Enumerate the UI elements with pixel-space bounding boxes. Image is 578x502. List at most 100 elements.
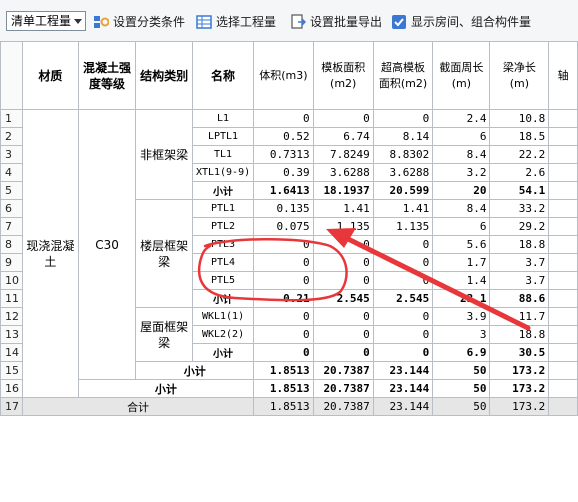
value-cell[interactable]: 30.5 xyxy=(489,343,550,362)
grade-subtotal-row[interactable]: 16 小计 1.8513 20.7387 23.144 50 173.2 xyxy=(0,379,578,398)
value-cell[interactable]: 23.144 xyxy=(372,397,434,416)
value-cell[interactable]: 1.7 xyxy=(432,253,491,272)
value-cell[interactable]: 29.2 xyxy=(489,217,550,236)
value-cell[interactable]: 0 xyxy=(372,109,434,128)
value-cell[interactable]: 18.5 xyxy=(489,127,550,146)
header-structure-type[interactable]: 结构类别 xyxy=(135,41,193,110)
value-cell[interactable]: 0.075 xyxy=(253,217,314,236)
value-cell[interactable]: 7.8249 xyxy=(312,145,374,164)
value-cell[interactable]: 0 xyxy=(372,307,434,326)
value-cell[interactable]: 18.8 xyxy=(489,325,550,344)
value-cell[interactable]: 0 xyxy=(372,343,434,362)
value-cell[interactable]: 6 xyxy=(432,217,491,236)
name-cell[interactable]: WKL2(2) xyxy=(191,325,255,344)
name-cell[interactable]: PTL1 xyxy=(191,199,255,218)
header-over-height-area[interactable]: 超高模板面积(m2) xyxy=(372,41,434,110)
value-cell[interactable]: 0 xyxy=(312,235,374,254)
value-cell[interactable]: 2.6 xyxy=(489,163,550,182)
name-cell[interactable]: PTL5 xyxy=(191,271,255,290)
header-formwork-area[interactable]: 模板面积(m2) xyxy=(312,41,374,110)
value-cell[interactable]: 33.2 xyxy=(489,199,550,218)
value-cell[interactable]: 0.135 xyxy=(253,199,314,218)
value-cell[interactable]: 6.9 xyxy=(432,343,491,362)
value-cell[interactable]: 0 xyxy=(372,325,434,344)
value-cell[interactable]: 0 xyxy=(253,109,314,128)
value-cell[interactable]: 0 xyxy=(372,235,434,254)
select-quantity-button[interactable]: 选择工程量 xyxy=(196,12,286,32)
value-cell[interactable]: 173.2 xyxy=(489,379,550,398)
value-cell[interactable]: 0 xyxy=(312,253,374,272)
header-partial[interactable]: 轴 xyxy=(548,41,578,110)
value-cell[interactable]: 6.74 xyxy=(312,127,374,146)
value-cell[interactable]: 3.7 xyxy=(489,253,550,272)
value-cell[interactable]: 1.135 xyxy=(312,217,374,236)
value-cell[interactable]: 20.7387 xyxy=(312,397,374,416)
value-cell[interactable]: 1.8513 xyxy=(253,361,314,380)
grade-cell[interactable]: C30 xyxy=(77,109,137,380)
value-cell[interactable]: 0 xyxy=(253,253,314,272)
value-cell[interactable]: 2.4 xyxy=(432,109,491,128)
name-cell[interactable]: 小计 xyxy=(191,343,255,362)
value-cell[interactable]: 1.4 xyxy=(432,271,491,290)
value-cell[interactable]: 3.6288 xyxy=(312,163,374,182)
value-cell[interactable]: 0 xyxy=(253,271,314,290)
value-cell[interactable]: 8.8302 xyxy=(372,145,434,164)
value-cell[interactable]: 11.7 xyxy=(489,307,550,326)
quantity-mode-select[interactable]: 清单工程量 xyxy=(6,11,86,31)
value-cell[interactable]: 0 xyxy=(253,235,314,254)
value-cell[interactable]: 23.144 xyxy=(372,361,434,380)
value-cell[interactable]: 5.6 xyxy=(432,235,491,254)
value-cell[interactable]: 0.39 xyxy=(253,163,314,182)
value-cell[interactable]: 3.6288 xyxy=(372,163,434,182)
value-cell[interactable]: 0 xyxy=(372,253,434,272)
value-cell[interactable]: 0 xyxy=(312,109,374,128)
grand-total-row[interactable]: 17 合计 1.8513 20.7387 23.144 50 173.2 xyxy=(0,397,578,416)
header-material[interactable]: 材质 xyxy=(22,41,79,110)
value-cell[interactable]: 50 xyxy=(432,397,491,416)
header-volume[interactable]: 体积(m3) xyxy=(253,41,314,110)
value-cell[interactable]: 0 xyxy=(372,271,434,290)
name-cell[interactable]: PTL3 xyxy=(191,235,255,254)
value-cell[interactable]: 1.6413 xyxy=(253,181,314,200)
value-cell[interactable]: 20 xyxy=(432,181,491,200)
value-cell[interactable]: 50 xyxy=(432,379,491,398)
value-cell[interactable]: 0 xyxy=(312,325,374,344)
value-cell[interactable]: 8.4 xyxy=(432,199,491,218)
value-cell[interactable]: 6 xyxy=(432,127,491,146)
name-cell[interactable]: PTL4 xyxy=(191,253,255,272)
batch-export-button[interactable]: 设置批量导出 xyxy=(290,12,390,32)
header-name[interactable]: 名称 xyxy=(191,41,255,110)
value-cell[interactable]: 0.52 xyxy=(253,127,314,146)
structure-roof-frame[interactable]: 屋面框架梁 xyxy=(135,307,193,362)
header-perimeter[interactable]: 截面周长(m) xyxy=(432,41,491,110)
set-category-button[interactable]: 设置分类条件 xyxy=(93,12,213,32)
value-cell[interactable]: 1.8513 xyxy=(253,379,314,398)
value-cell[interactable]: 3 xyxy=(432,325,491,344)
value-cell[interactable]: 0 xyxy=(312,271,374,290)
value-cell[interactable]: 173.2 xyxy=(489,361,550,380)
value-cell[interactable]: 0 xyxy=(253,325,314,344)
header-beam-length[interactable]: 梁净长(m) xyxy=(489,41,550,110)
name-cell[interactable]: XTL1(9-9) xyxy=(191,163,255,182)
value-cell[interactable]: 20.7387 xyxy=(312,361,374,380)
value-cell[interactable]: 23.1 xyxy=(432,289,491,308)
table-row[interactable]: 1 现浇混凝土 C30 非框架梁 L1 0 0 0 2.4 10.8 xyxy=(0,109,578,398)
value-cell[interactable]: 0.21 xyxy=(253,289,314,308)
name-cell[interactable]: TL1 xyxy=(191,145,255,164)
value-cell[interactable]: 0 xyxy=(312,307,374,326)
value-cell[interactable]: 0 xyxy=(253,307,314,326)
value-cell[interactable]: 8.4 xyxy=(432,145,491,164)
structure-non-frame[interactable]: 非框架梁 xyxy=(135,109,193,200)
value-cell[interactable]: 20.7387 xyxy=(312,379,374,398)
value-cell[interactable]: 10.8 xyxy=(489,109,550,128)
value-cell[interactable]: 54.1 xyxy=(489,181,550,200)
value-cell[interactable]: 23.144 xyxy=(372,379,434,398)
value-cell[interactable]: 2.545 xyxy=(372,289,434,308)
value-cell[interactable]: 3.9 xyxy=(432,307,491,326)
value-cell[interactable]: 173.2 xyxy=(489,397,550,416)
value-cell[interactable]: 1.41 xyxy=(312,199,374,218)
value-cell[interactable]: 0.7313 xyxy=(253,145,314,164)
name-cell[interactable]: LPTL1 xyxy=(191,127,255,146)
value-cell[interactable]: 0 xyxy=(253,343,314,362)
material-cell[interactable]: 现浇混凝土 xyxy=(22,109,79,398)
